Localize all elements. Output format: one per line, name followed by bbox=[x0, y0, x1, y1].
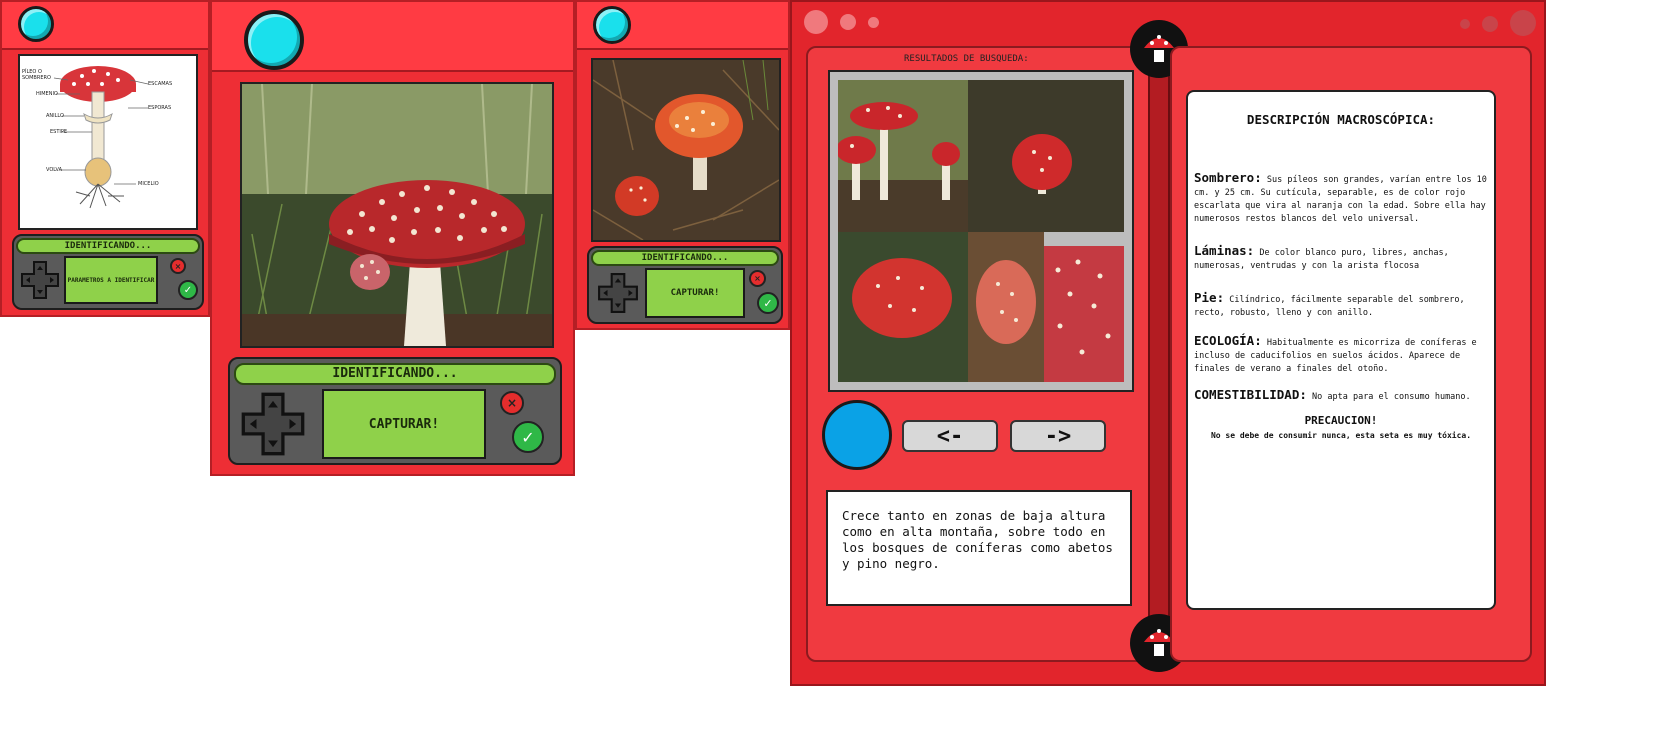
label-himenio: HIMENIO bbox=[36, 91, 58, 97]
confirm-button[interactable]: ✓ bbox=[757, 292, 779, 314]
device-captura-grande: IDENTIFICANDO... CAPTURAR! × ✓ bbox=[210, 0, 575, 476]
comestibilidad-label: COMESTIBILIDAD: bbox=[1194, 387, 1307, 402]
top-light-4 bbox=[1460, 19, 1470, 29]
hinge-bar bbox=[1148, 62, 1170, 622]
dpad-icon[interactable] bbox=[20, 260, 60, 300]
identifying-strip: IDENTIFICANDO... bbox=[234, 363, 556, 385]
mushroom-photo-screen bbox=[240, 82, 554, 348]
ecologia-label: ECOLOGÍA: bbox=[1194, 333, 1262, 348]
sombrero-label: Sombrero: bbox=[1194, 170, 1262, 185]
camera-lens bbox=[593, 6, 631, 44]
habitat-box: Crece tanto en zonas de baja altura como… bbox=[826, 490, 1132, 606]
control-panel: IDENTIFICANDO... PARAMETROS A IDENTIFICA… bbox=[12, 234, 204, 310]
anatomy-diagram-screen: PÍLEO O SOMBRERO ESCAMAS HIMENIO ESPORAS… bbox=[18, 54, 198, 230]
next-label: -> bbox=[1044, 423, 1072, 449]
description-panel: DESCRIPCIÓN MACROSCÓPICA: Sombrero: Sus … bbox=[1186, 90, 1496, 610]
label-pileo: PÍLEO O SOMBRERO bbox=[22, 69, 51, 81]
dpad-icon[interactable] bbox=[597, 272, 639, 314]
description-title: DESCRIPCIÓN MACROSCÓPICA: bbox=[1246, 112, 1436, 127]
pokedex-results: RESULTADOS DE BUSQUEDA: <- -> Crece tant… bbox=[790, 0, 1546, 686]
comestibilidad-text: No apta para el consumo humano. bbox=[1312, 392, 1471, 402]
capture-screen[interactable]: CAPTURAR! bbox=[322, 389, 486, 459]
laminas-label: Láminas: bbox=[1194, 243, 1255, 258]
top-light-1 bbox=[804, 10, 828, 34]
device-captura-pequena: IDENTIFICANDO... CAPTURAR! × ✓ bbox=[575, 0, 790, 330]
label-estipe: ESTIPE bbox=[50, 129, 68, 135]
orange-agaric-photo bbox=[593, 60, 779, 240]
identifying-strip: IDENTIFICANDO... bbox=[591, 250, 779, 266]
blue-button[interactable] bbox=[822, 400, 892, 470]
results-title: RESULTADOS DE BUSQUEDA: bbox=[904, 54, 1029, 64]
control-panel: IDENTIFICANDO... CAPTURAR! × ✓ bbox=[228, 357, 562, 465]
label-escamas: ESCAMAS bbox=[148, 81, 173, 87]
control-panel: IDENTIFICANDO... CAPTURAR! × ✓ bbox=[587, 246, 783, 324]
camera-lens bbox=[244, 10, 304, 70]
top-light-6 bbox=[1510, 10, 1536, 36]
fly-agaric-photo bbox=[242, 84, 552, 346]
results-gallery bbox=[838, 80, 1124, 382]
parameters-screen: PARAMETROS A IDENTIFICAR bbox=[64, 256, 158, 304]
identifying-strip: IDENTIFICANDO... bbox=[16, 238, 200, 254]
top-light-3 bbox=[868, 17, 879, 28]
cancel-button[interactable]: × bbox=[500, 391, 524, 415]
label-volva: VOLVA bbox=[46, 167, 63, 173]
cancel-button[interactable]: × bbox=[170, 258, 186, 274]
label-anillo: ANILLO bbox=[46, 113, 64, 119]
top-light-5 bbox=[1482, 16, 1498, 32]
mushroom-photo-screen bbox=[591, 58, 781, 242]
confirm-button[interactable]: ✓ bbox=[512, 421, 544, 453]
confirm-button[interactable]: ✓ bbox=[178, 280, 198, 300]
results-gallery-frame bbox=[828, 70, 1134, 392]
label-esporas: ESPORAS bbox=[148, 105, 172, 111]
dpad-icon[interactable] bbox=[240, 391, 306, 457]
device-parametros: PÍLEO O SOMBRERO ESCAMAS HIMENIO ESPORAS… bbox=[0, 0, 210, 317]
capture-screen[interactable]: CAPTURAR! bbox=[645, 268, 745, 318]
next-button[interactable]: -> bbox=[1010, 420, 1106, 452]
label-micelio: MICELIO bbox=[138, 181, 159, 187]
pie-label: Pie: bbox=[1194, 290, 1225, 305]
habitat-text: Crece tanto en zonas de baja altura como… bbox=[842, 508, 1113, 571]
cancel-button[interactable]: × bbox=[749, 270, 766, 287]
precaucion-title: PRECAUCION! bbox=[1304, 414, 1378, 427]
precaucion-text: No se debe de consumir nunca, esta seta … bbox=[1210, 431, 1472, 440]
pie-text: Cilíndrico, fácilmente separable del som… bbox=[1194, 295, 1465, 318]
prev-label: <- bbox=[936, 423, 964, 449]
top-light-2 bbox=[840, 14, 856, 30]
camera-lens bbox=[18, 6, 54, 42]
prev-button[interactable]: <- bbox=[902, 420, 998, 452]
